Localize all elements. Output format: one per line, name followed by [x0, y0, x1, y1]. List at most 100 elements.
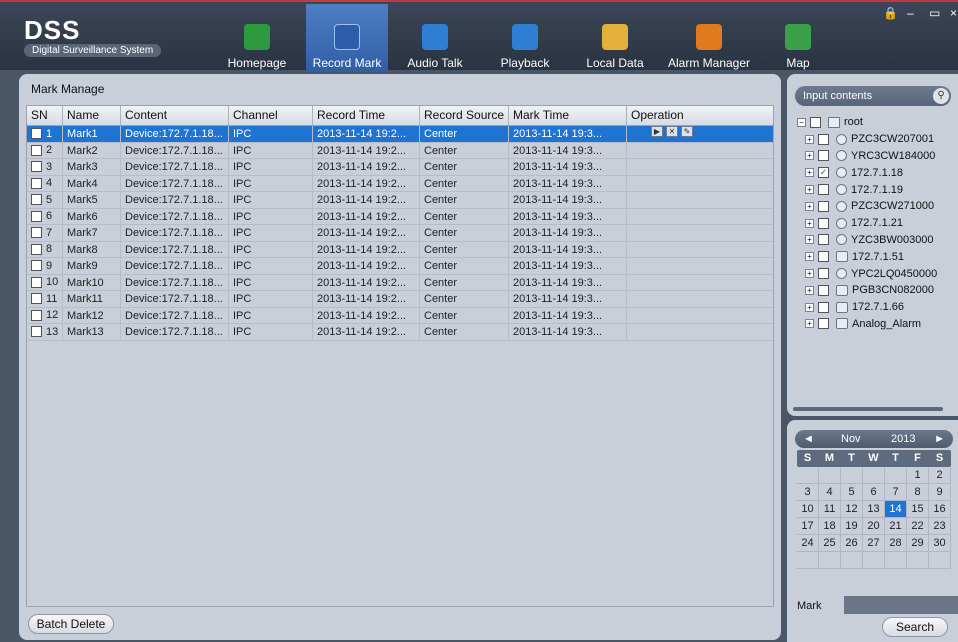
lock-icon[interactable]: 🔒 — [883, 6, 898, 20]
tree-node-checkbox[interactable] — [818, 133, 829, 145]
row-checkbox[interactable] — [31, 128, 42, 140]
calendar-day[interactable]: 12 — [841, 501, 863, 518]
nav-playback[interactable]: Playback — [492, 4, 558, 72]
expand-icon[interactable]: + — [805, 252, 814, 262]
column-header-record-source[interactable]: Record Source — [420, 106, 509, 125]
calendar-day[interactable]: 5 — [841, 484, 863, 501]
column-header-name[interactable]: Name — [63, 106, 121, 125]
calendar-day[interactable]: 14 — [885, 501, 907, 518]
expand-icon[interactable]: + — [805, 269, 814, 279]
tree-node-checkbox[interactable]: ✓ — [818, 167, 829, 179]
tree-node-checkbox[interactable] — [818, 284, 829, 296]
calendar-day[interactable]: 21 — [885, 518, 907, 535]
table-row[interactable]: 5 Mark5 Device:172.7.1.18... IPC 2013-11-14 … — [27, 192, 773, 209]
calendar-day[interactable]: 29 — [907, 535, 929, 552]
tree-node[interactable]: + YPC2LQ0450000 — [797, 265, 937, 282]
prev-month-button[interactable]: ◄ — [803, 430, 814, 448]
expand-icon[interactable]: + — [805, 319, 814, 329]
expand-icon[interactable]: + — [805, 134, 814, 144]
expand-icon[interactable]: + — [805, 235, 814, 245]
expand-icon[interactable]: + — [805, 218, 814, 228]
calendar-day[interactable]: 10 — [797, 501, 819, 518]
table-row[interactable]: 12 Mark12 Device:172.7.1.18... IPC 2013-11-1… — [27, 307, 773, 324]
calendar-day[interactable]: 24 — [797, 535, 819, 552]
maximize-button[interactable]: ▭ — [929, 6, 940, 20]
table-row[interactable]: 1 Mark1 Device:172.7.1.18... IPC 2013-11-14 … — [27, 126, 773, 143]
table-row[interactable]: 2 Mark2 Device:172.7.1.18... IPC 2013-11-14 … — [27, 142, 773, 159]
calendar-day[interactable]: 2 — [929, 467, 951, 484]
collapse-icon[interactable]: − — [797, 117, 806, 127]
column-header-sn[interactable]: SN — [27, 106, 63, 125]
tree-node[interactable]: + PZC3CW207001 — [797, 131, 937, 148]
delete-icon[interactable]: ✕ — [666, 126, 678, 137]
table-row[interactable]: 11 Mark11 Device:172.7.1.18... IPC 2013-11-1… — [27, 291, 773, 308]
tree-node[interactable]: + YZC3BW003000 — [797, 232, 937, 249]
table-row[interactable]: 10 Mark10 Device:172.7.1.18... IPC 2013-11-1… — [27, 274, 773, 291]
calendar-day[interactable]: 18 — [819, 518, 841, 535]
tree-node-checkbox[interactable] — [818, 234, 829, 246]
row-checkbox[interactable] — [31, 161, 42, 173]
calendar-day[interactable]: 3 — [797, 484, 819, 501]
row-checkbox[interactable] — [31, 260, 42, 272]
table-row[interactable]: 3 Mark3 Device:172.7.1.18... IPC 2013-11-14 … — [27, 159, 773, 176]
nav-homepage[interactable]: Homepage — [222, 4, 292, 72]
tree-node[interactable]: +172.7.1.51 — [797, 248, 937, 265]
expand-icon[interactable]: + — [805, 302, 814, 312]
tree-node-checkbox[interactable] — [818, 217, 829, 229]
nav-local-data[interactable]: Local Data — [582, 4, 648, 72]
tree-node[interactable]: + PZC3CW271000 — [797, 198, 937, 215]
tree-node-checkbox[interactable] — [818, 150, 829, 162]
mark-input[interactable] — [844, 596, 958, 614]
nav-map[interactable]: Map — [780, 4, 816, 72]
expand-icon[interactable]: + — [805, 201, 814, 211]
expand-icon[interactable]: + — [805, 185, 814, 195]
tree-node[interactable]: + Analog_Alarm — [797, 316, 937, 333]
expand-icon[interactable]: + — [805, 168, 814, 178]
table-row[interactable]: 9 Mark9 Device:172.7.1.18... IPC 2013-11-14 … — [27, 258, 773, 275]
expand-icon[interactable]: + — [805, 151, 814, 161]
calendar-day[interactable]: 15 — [907, 501, 929, 518]
calendar-day[interactable]: 30 — [929, 535, 951, 552]
calendar-day[interactable]: 7 — [885, 484, 907, 501]
calendar-day[interactable]: 28 — [885, 535, 907, 552]
close-button[interactable]: × — [950, 6, 957, 20]
calendar-day[interactable]: 19 — [841, 518, 863, 535]
nav-record-mark[interactable]: Record Mark — [306, 4, 388, 72]
tree-node[interactable]: + YRC3CW184000 — [797, 148, 937, 165]
tree-node-checkbox[interactable] — [818, 268, 829, 280]
row-checkbox[interactable] — [31, 227, 42, 239]
tree-node-checkbox[interactable] — [818, 184, 829, 196]
nav-alarm-manager[interactable]: Alarm Manager — [661, 4, 757, 72]
table-row[interactable]: 7 Mark7 Device:172.7.1.18... IPC 2013-11-14 … — [27, 225, 773, 242]
column-header-content[interactable]: Content — [121, 106, 229, 125]
row-checkbox[interactable] — [31, 194, 42, 206]
calendar-day[interactable]: 11 — [819, 501, 841, 518]
calendar-day[interactable]: 4 — [819, 484, 841, 501]
calendar-day[interactable]: 22 — [907, 518, 929, 535]
calendar-day[interactable]: 20 — [863, 518, 885, 535]
column-header-mark-time[interactable]: Mark Time — [509, 106, 627, 125]
tree-search-input[interactable]: Input contents ⚲ — [795, 86, 951, 106]
minimize-button[interactable]: – — [907, 6, 914, 20]
tree-node-checkbox[interactable] — [818, 200, 829, 212]
row-checkbox[interactable] — [31, 309, 42, 321]
row-checkbox[interactable] — [31, 210, 42, 222]
calendar-day[interactable]: 1 — [907, 467, 929, 484]
tree-node[interactable]: +172.7.1.19 — [797, 181, 937, 198]
row-checkbox[interactable] — [31, 144, 42, 156]
calendar-day[interactable]: 25 — [819, 535, 841, 552]
table-row[interactable]: 4 Mark4 Device:172.7.1.18... IPC 2013-11-14 … — [27, 175, 773, 192]
calendar-day[interactable]: 9 — [929, 484, 951, 501]
search-button[interactable]: Search — [882, 617, 948, 637]
tree-root[interactable]: − root — [797, 114, 937, 131]
nav-audio-talk[interactable]: Audio Talk — [403, 4, 467, 72]
next-month-button[interactable]: ► — [934, 430, 945, 448]
batch-delete-button[interactable]: Batch Delete — [28, 614, 114, 634]
tree-root-checkbox[interactable] — [810, 116, 821, 128]
calendar-day[interactable]: 26 — [841, 535, 863, 552]
calendar-day[interactable]: 27 — [863, 535, 885, 552]
edit-icon[interactable]: ✎ — [681, 126, 693, 137]
column-header-record-time[interactable]: Record Time — [313, 106, 420, 125]
tree-node-checkbox[interactable] — [818, 318, 829, 330]
column-header-channel[interactable]: Channel — [229, 106, 313, 125]
